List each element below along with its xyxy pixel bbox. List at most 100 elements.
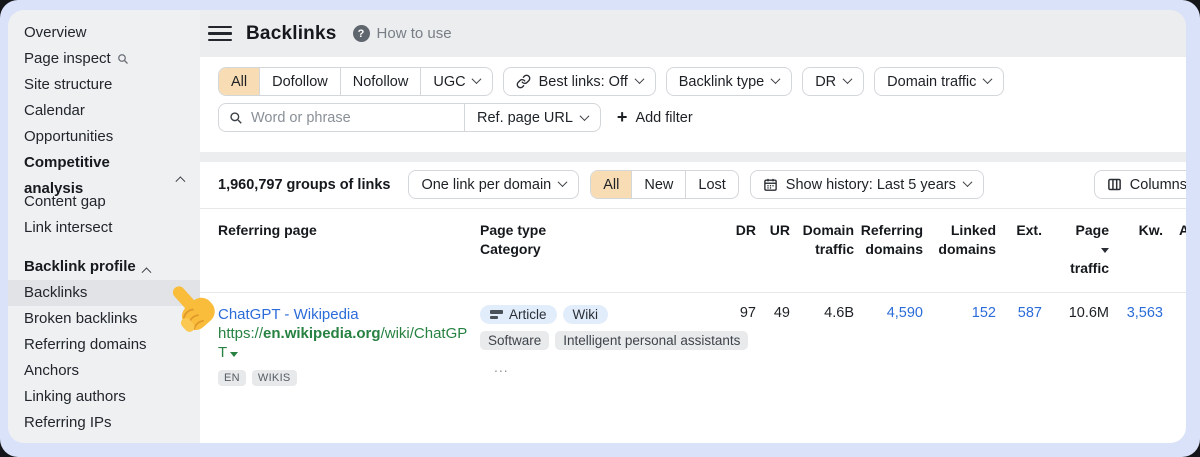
chevron-up-icon [141, 267, 151, 277]
chevron-down-icon [558, 177, 568, 187]
sort-descending-icon [1101, 248, 1109, 253]
add-filter-label: Add filter [635, 110, 692, 126]
sidebar-item-label: Page inspect [24, 46, 111, 72]
history-tab-all[interactable]: All [591, 171, 632, 198]
results-count: 1,960,797 groups of links [218, 177, 390, 193]
group-by-dropdown[interactable]: One link per domain [408, 170, 579, 199]
filter-tab-nofollow[interactable]: Nofollow [341, 68, 422, 95]
sidebar-item-anchors[interactable]: Anchors [8, 358, 200, 384]
column-header-ext[interactable]: Ext. [996, 209, 1042, 292]
dr-filter-button[interactable]: DR [802, 67, 864, 96]
add-filter-button[interactable]: + Add filter [617, 110, 693, 126]
page-header: Backlinks ? How to use [200, 10, 1186, 57]
filter-row-1: All Dofollow Nofollow UGC Best links: Of… [218, 67, 1186, 96]
column-header-kw[interactable]: Kw. [1109, 209, 1163, 292]
plus-icon: + [617, 108, 628, 126]
page-traffic-cell: 10.6M [1042, 293, 1109, 386]
history-tab-label: Lost [698, 177, 725, 193]
kw-link[interactable]: 3,563 [1127, 305, 1163, 321]
chevron-down-icon [983, 74, 993, 84]
ext-link[interactable]: 587 [1018, 305, 1042, 321]
best-links-button[interactable]: Best links: Off [503, 67, 656, 96]
history-tab-lost[interactable]: Lost [686, 171, 737, 198]
how-to-use-link[interactable]: ? How to use [353, 25, 452, 42]
url-expand-icon[interactable] [230, 352, 238, 357]
filter-tab-all[interactable]: All [219, 68, 260, 95]
kw-cell: 3,563 [1109, 293, 1163, 386]
group-by-label: One link per domain [421, 177, 551, 193]
referring-domains-cell: 4,590 [854, 293, 923, 386]
sidebar-item-broken-backlinks[interactable]: Broken backlinks [8, 306, 200, 332]
article-chip-label: Article [509, 307, 547, 322]
referring-domains-link[interactable]: 4,590 [887, 305, 923, 321]
domain-traffic-filter-button[interactable]: Domain traffic [874, 67, 1004, 96]
referring-page-link[interactable]: ChatGPT - Wikipedia [218, 306, 359, 323]
sidebar-item-label: Calendar [24, 98, 85, 124]
article-icon [490, 309, 503, 320]
table-row: ChatGPT - Wikipedia https://en.wikipedia… [200, 293, 1186, 386]
filter-tab-dofollow[interactable]: Dofollow [260, 68, 341, 95]
filter-tab-label: UGC [433, 74, 465, 90]
column-header-referring-domains[interactable]: Referringdomains [854, 209, 923, 292]
column-header-linked-domains[interactable]: Linkeddomains [923, 209, 996, 292]
best-links-label: Best links: Off [539, 74, 628, 90]
sidebar-section-competitive-analysis[interactable]: Competitive analysis [8, 163, 200, 189]
column-header-dr[interactable]: DR [710, 209, 756, 292]
column-header-anchor-clipped[interactable]: A [1163, 209, 1186, 292]
wiki-chip-label: Wiki [573, 307, 599, 322]
sidebar-item-backlinks[interactable]: Backlinks [8, 280, 200, 306]
columns-button[interactable]: Columns [1094, 170, 1186, 199]
article-chip[interactable]: Article [480, 305, 557, 324]
backlink-type-button[interactable]: Backlink type [666, 67, 792, 96]
sidebar-item-linking-authors[interactable]: Linking authors [8, 384, 200, 410]
sidebar-item-site-structure[interactable]: Site structure [8, 72, 200, 98]
ur-cell: 49 [756, 293, 790, 386]
sidebar-item-overview[interactable]: Overview [8, 20, 200, 46]
ref-page-url-dropdown[interactable]: Ref. page URL [464, 104, 600, 131]
sidebar-item-opportunities[interactable]: Opportunities [8, 124, 200, 150]
filter-tab-ugc[interactable]: UGC [421, 68, 491, 95]
domain-traffic-cell: 4.6B [790, 293, 854, 386]
url-prefix: https:// [218, 325, 263, 342]
url-domain: en.wikipedia.org [263, 325, 381, 342]
main-area: Backlinks ? How to use All Dofollow Nofo… [200, 10, 1186, 443]
sidebar-item-calendar[interactable]: Calendar [8, 98, 200, 124]
hamburger-menu-icon[interactable] [208, 22, 232, 46]
sidebar-item-link-intersect[interactable]: Link intersect [8, 215, 200, 241]
follow-segmented-control: All Dofollow Nofollow UGC [218, 67, 493, 96]
column-header-domain-traffic[interactable]: Domaintraffic [790, 209, 854, 292]
sidebar-item-referring-domains[interactable]: Referring domains [8, 332, 200, 358]
category-chip[interactable]: Software [480, 331, 549, 350]
column-header-ur[interactable]: UR [756, 209, 790, 292]
filters-panel: All Dofollow Nofollow UGC Best links: Of… [200, 57, 1186, 152]
search-icon [117, 53, 129, 65]
chevron-up-icon [176, 176, 186, 186]
filter-tab-label: All [231, 74, 247, 90]
linked-domains-link[interactable]: 152 [972, 305, 996, 321]
language-tag: EN [218, 370, 246, 386]
search-input[interactable] [251, 110, 454, 126]
column-header-referring-page[interactable]: Referring page [218, 209, 480, 292]
language-tags: EN WIKIS [218, 370, 480, 386]
ext-cell: 587 [996, 293, 1042, 386]
show-history-dropdown[interactable]: Show history: Last 5 years [750, 170, 984, 199]
more-categories-ellipsis[interactable]: ... [494, 359, 710, 375]
anchor-cell-clipped [1163, 293, 1186, 386]
chevron-down-icon [962, 177, 972, 187]
sidebar-section-backlink-profile[interactable]: Backlink profile [8, 254, 200, 280]
results-toolbar: 1,960,797 groups of links One link per d… [200, 162, 1186, 209]
history-tab-new[interactable]: New [632, 171, 686, 198]
how-to-use-label: How to use [377, 25, 452, 42]
sidebar-item-label: Link intersect [24, 215, 112, 241]
sidebar-item-label: Overview [24, 20, 87, 46]
column-header-page-traffic[interactable]: Pagetraffic [1042, 209, 1109, 292]
sidebar-item-page-inspect[interactable]: Page inspect [8, 46, 200, 72]
sidebar-section-label: Backlink profile [24, 254, 136, 280]
column-header-page-type-category[interactable]: Page typeCategory [480, 209, 710, 292]
wiki-chip[interactable]: Wiki [563, 305, 609, 324]
sidebar-item-referring-ips[interactable]: Referring IPs [8, 410, 200, 436]
chevron-down-icon [634, 74, 644, 84]
sidebar-item-content-gap[interactable]: Content gap [8, 189, 200, 215]
referring-page-url[interactable]: https://en.wikipedia.org/wiki/ChatGPT [218, 324, 470, 362]
sidebar-item-label: Linking authors [24, 384, 126, 410]
